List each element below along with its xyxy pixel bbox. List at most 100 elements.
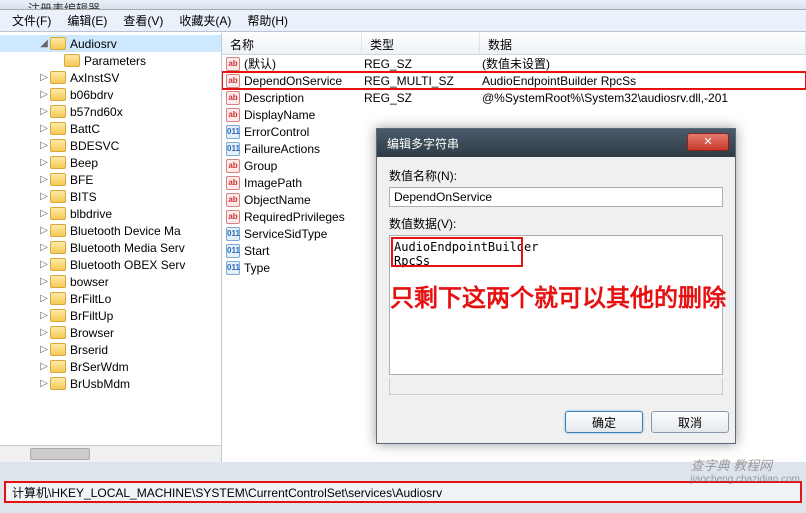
tree-toggle-icon[interactable]: ▷ [38, 344, 50, 355]
tree-item-label: BrFiltUp [70, 309, 113, 323]
tree-toggle-icon[interactable]: ▷ [38, 259, 50, 270]
folder-icon [50, 377, 66, 390]
tree-item-label: Audiosrv [70, 37, 117, 51]
label-value-name: 数值名称(N): [389, 167, 723, 184]
folder-icon [50, 173, 66, 186]
tree-toggle-icon[interactable]: ▷ [38, 208, 50, 219]
reg-bin-icon: 011 [226, 261, 240, 275]
dialog-titlebar[interactable]: 编辑多字符串 ✕ [377, 129, 735, 157]
tree-item[interactable]: ▷BattC [0, 120, 221, 137]
header-name[interactable]: 名称 [222, 33, 362, 54]
tree-item-label: BDESVC [70, 139, 119, 153]
tree-toggle-icon[interactable]: ▷ [38, 276, 50, 287]
tree-item[interactable]: ▷ Bluetooth OBEX Serv [0, 256, 221, 273]
tree-toggle-icon[interactable]: ▷ [38, 123, 50, 134]
cancel-button[interactable]: 取消 [651, 411, 729, 433]
tree-item[interactable]: ▷ BrUsbMdm [0, 375, 221, 392]
tree-item[interactable]: ▷ BrFiltLo [0, 290, 221, 307]
tree-item-label: BITS [70, 190, 97, 204]
menu-favorites[interactable]: 收藏夹(A) [171, 9, 239, 32]
tree-toggle-icon[interactable]: ▷ [38, 140, 50, 151]
tree-item[interactable]: ▷AxInstSV [0, 69, 221, 86]
tree-item[interactable]: ▷blbdrive [0, 205, 221, 222]
tree-toggle-icon[interactable]: ▷ [38, 72, 50, 83]
tree-item[interactable]: ▷BFE [0, 171, 221, 188]
tree-item[interactable]: ▷b06bdrv [0, 86, 221, 103]
tree-toggle-icon[interactable]: ▷ [38, 378, 50, 389]
tree-item[interactable]: ▷ BITS [0, 188, 221, 205]
tree-item[interactable]: ◢ Audiosrv [0, 35, 221, 52]
cell-name: ImagePath [244, 176, 302, 190]
tree-toggle-icon[interactable]: ▷ [38, 327, 50, 338]
tree-item-label: Bluetooth Media Serv [70, 241, 185, 255]
folder-icon [50, 326, 66, 339]
dialog-title-text: 编辑多字符串 [387, 135, 459, 152]
list-header: 名称 类型 数据 [222, 33, 806, 55]
tree-item-label: Bluetooth OBEX Serv [70, 258, 185, 272]
cell-name: FailureActions [244, 142, 320, 156]
tree-item[interactable]: ▷Bluetooth Device Ma [0, 222, 221, 239]
reg-bin-icon: 011 [226, 244, 240, 258]
reg-bin-icon: 011 [226, 227, 240, 241]
tree-toggle-icon[interactable]: ▷ [38, 310, 50, 321]
cell-name: DisplayName [244, 108, 315, 122]
tree-toggle-icon[interactable]: ▷ [38, 157, 50, 168]
tree-item[interactable]: ▷ BDESVC [0, 137, 221, 154]
cell-name: Start [244, 244, 269, 258]
header-data[interactable]: 数据 [480, 33, 806, 54]
reg-str-icon: ab [226, 74, 240, 88]
cell-name: Group [244, 159, 277, 173]
cell-name: RequiredPrivileges [244, 210, 345, 224]
textarea-value-data[interactable] [389, 235, 723, 375]
tree-toggle-icon[interactable]: ▷ [38, 89, 50, 100]
textarea-horizontal-scrollbar[interactable] [389, 378, 723, 395]
tree-toggle-icon[interactable]: ▷ [38, 174, 50, 185]
tree-item-label: BrUsbMdm [70, 377, 130, 391]
reg-str-icon: ab [226, 57, 240, 71]
folder-icon [50, 258, 66, 271]
reg-str-icon: ab [226, 176, 240, 190]
cell-name: (默认) [244, 55, 276, 72]
header-type[interactable]: 类型 [362, 33, 480, 54]
tree-item[interactable]: ▷bowser [0, 273, 221, 290]
cell-name: ServiceSidType [244, 227, 327, 241]
tree-item[interactable]: ▷b57nd60x [0, 103, 221, 120]
tree-toggle-icon[interactable]: ▷ [38, 225, 50, 236]
tree-item[interactable]: ▷ Browser [0, 324, 221, 341]
folder-icon [64, 54, 80, 67]
tree-item[interactable]: ▷BrSerWdm [0, 358, 221, 375]
tree-toggle-icon[interactable]: ▷ [38, 361, 50, 372]
tree-item-label: BrFiltLo [70, 292, 111, 306]
tree-toggle-icon[interactable]: ▷ [38, 293, 50, 304]
tree-horizontal-scrollbar[interactable] [0, 445, 221, 462]
dialog-close-button[interactable]: ✕ [687, 133, 729, 151]
menubar: 文件(F) 编辑(E) 查看(V) 收藏夹(A) 帮助(H) [0, 10, 806, 32]
tree-toggle-icon[interactable]: ▷ [38, 106, 50, 117]
cell-name: ObjectName [244, 193, 311, 207]
menu-file[interactable]: 文件(F) [4, 9, 59, 32]
tree-toggle-icon[interactable]: ◢ [38, 38, 50, 49]
folder-icon [50, 224, 66, 237]
input-value-name[interactable] [389, 187, 723, 207]
menu-help[interactable]: 帮助(H) [239, 9, 296, 32]
tree-item[interactable]: ▷Beep [0, 154, 221, 171]
menu-edit[interactable]: 编辑(E) [59, 9, 115, 32]
list-row[interactable]: ab(默认)REG_SZ(数值未设置) [222, 55, 806, 72]
list-row[interactable]: abDependOnServiceREG_MULTI_SZAudioEndpoi… [222, 72, 806, 89]
cell-name: Type [244, 261, 270, 275]
cell-type: REG_SZ [362, 57, 480, 71]
cell-type: REG_MULTI_SZ [362, 74, 480, 88]
folder-icon [50, 292, 66, 305]
tree-item-label: Browser [70, 326, 114, 340]
tree-item[interactable]: Parameters [0, 52, 221, 69]
menu-view[interactable]: 查看(V) [115, 9, 171, 32]
list-row[interactable]: abDescriptionREG_SZ@%SystemRoot%\System3… [222, 89, 806, 106]
reg-str-icon: ab [226, 210, 240, 224]
tree-item[interactable]: ▷ Bluetooth Media Serv [0, 239, 221, 256]
tree-item[interactable]: ▷Brserid [0, 341, 221, 358]
list-row[interactable]: abDisplayName [222, 106, 806, 123]
tree-toggle-icon[interactable]: ▷ [38, 191, 50, 202]
ok-button[interactable]: 确定 [565, 411, 643, 433]
tree-item[interactable]: ▷ BrFiltUp [0, 307, 221, 324]
tree-toggle-icon[interactable]: ▷ [38, 242, 50, 253]
